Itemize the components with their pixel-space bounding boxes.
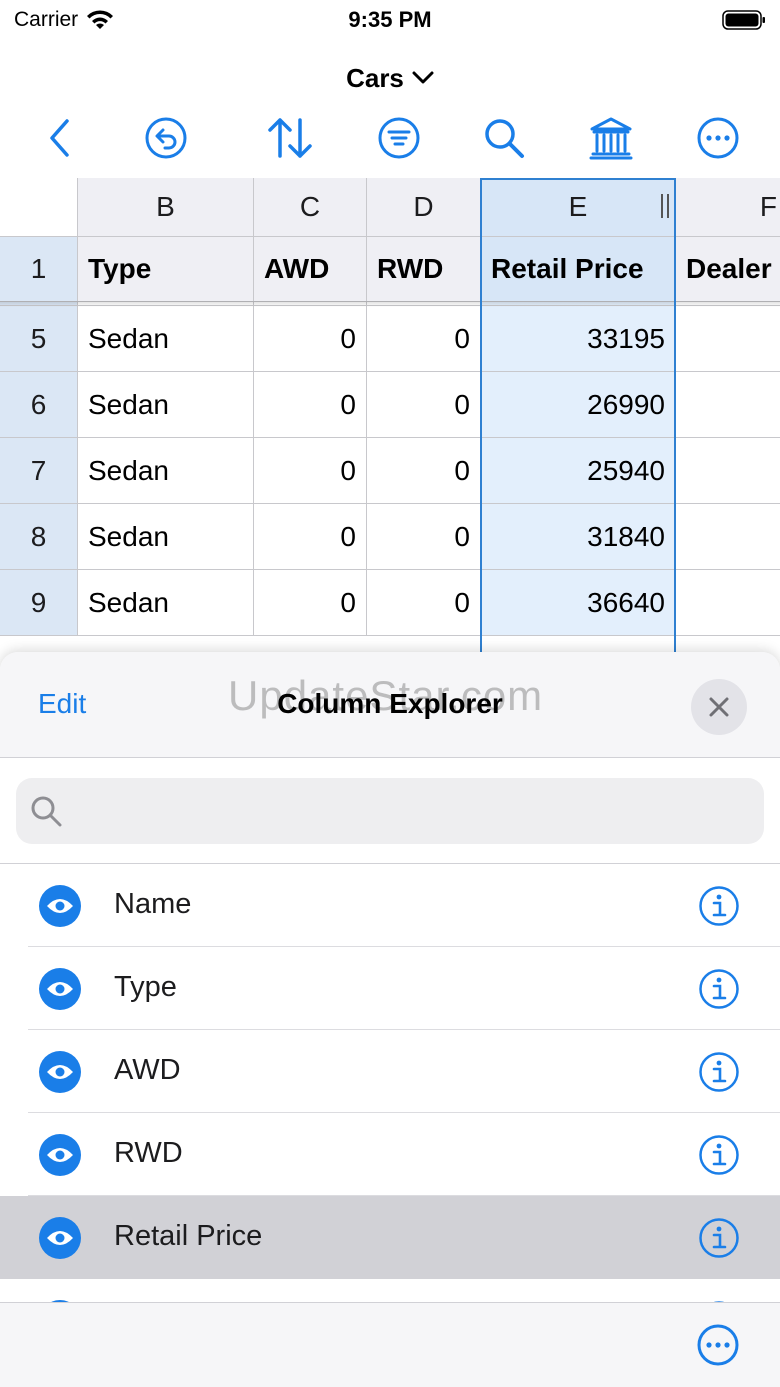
cell-type[interactable]: Sedan: [78, 372, 254, 438]
field-header-dealer[interactable]: Dealer: [676, 237, 780, 302]
cell-dealer[interactable]: [676, 438, 780, 504]
list-item[interactable]: AWD: [0, 1030, 780, 1113]
field-header-awd[interactable]: AWD: [254, 237, 367, 302]
column-letter-D[interactable]: D: [367, 178, 481, 237]
list-item-label: Retail Price: [114, 1220, 263, 1252]
column-letter-F[interactable]: F: [676, 178, 780, 237]
eye-icon[interactable]: [39, 1051, 81, 1093]
bank-icon: [589, 117, 633, 160]
header-row-number[interactable]: 1: [0, 237, 78, 302]
cell-retail-price[interactable]: 31840: [481, 504, 676, 570]
document-title: Cars: [346, 62, 404, 93]
close-button[interactable]: [691, 679, 747, 735]
cell-type[interactable]: Sedan: [78, 570, 254, 636]
eye-icon[interactable]: [39, 968, 81, 1010]
list-item-selected[interactable]: Retail Price: [0, 1196, 780, 1279]
more-icon[interactable]: [696, 1323, 740, 1367]
battery-icon: [722, 10, 765, 30]
row-header[interactable]: 5: [0, 306, 78, 372]
cell-awd[interactable]: 0: [254, 504, 367, 570]
search-area: [0, 758, 780, 864]
column-explorer-panel: Edit UpdateStar.com Column Explorer Name: [0, 652, 780, 1387]
eye-icon[interactable]: [39, 885, 81, 927]
row-header[interactable]: 8: [0, 504, 78, 570]
field-header-type[interactable]: Type: [78, 237, 254, 302]
field-header-rwd[interactable]: RWD: [367, 237, 481, 302]
undo-icon: [145, 117, 187, 159]
cell-awd[interactable]: 0: [254, 438, 367, 504]
row-header[interactable]: 7: [0, 438, 78, 504]
status-time: 9:35 PM: [348, 7, 432, 32]
close-icon: [709, 697, 729, 717]
info-icon[interactable]: [698, 1051, 740, 1093]
sort-button[interactable]: [262, 110, 318, 166]
spreadsheet-grid[interactable]: 4 Sedan 0 0 23820 5 Sedan 0 0 33195 6 Se…: [0, 178, 780, 658]
info-icon[interactable]: [698, 1217, 740, 1259]
sort-icon: [268, 118, 312, 158]
row-header[interactable]: 6: [0, 372, 78, 438]
cell-rwd[interactable]: 0: [367, 306, 481, 372]
undo-button[interactable]: [138, 110, 194, 166]
list-item[interactable]: Name: [0, 864, 780, 947]
chevron-down-icon: [412, 71, 434, 84]
corner-cell[interactable]: [0, 178, 78, 237]
cell-type[interactable]: Sedan: [78, 504, 254, 570]
cell-awd[interactable]: 0: [254, 372, 367, 438]
status-bar: Carrier 9:35 PM: [0, 0, 780, 42]
cell-retail-price[interactable]: 33195: [481, 306, 676, 372]
info-icon[interactable]: [698, 885, 740, 927]
cell-dealer[interactable]: [676, 372, 780, 438]
header-shadow: [0, 301, 780, 307]
cell-dealer[interactable]: [676, 570, 780, 636]
cell-retail-price[interactable]: 26990: [481, 372, 676, 438]
toolbar: [0, 110, 780, 166]
list-item-label: AWD: [114, 1054, 181, 1086]
filter-button[interactable]: [371, 110, 427, 166]
column-letter-B[interactable]: B: [78, 178, 254, 237]
search-icon: [485, 119, 524, 158]
document-title-button[interactable]: Cars: [0, 58, 780, 98]
back-icon: [50, 119, 69, 157]
column-list: Name Type AWD RWD Retail Price: [0, 864, 780, 1342]
list-item-label: Name: [114, 888, 192, 920]
cell-retail-price[interactable]: 25940: [481, 438, 676, 504]
search-icon: [31, 796, 62, 827]
more-icon: [697, 117, 739, 159]
search-field[interactable]: [16, 778, 764, 844]
info-icon[interactable]: [698, 968, 740, 1010]
panel-title: Column Explorer: [277, 688, 503, 719]
list-item-label: RWD: [114, 1137, 183, 1169]
cell-dealer[interactable]: [676, 504, 780, 570]
column-letter-E-label: E: [568, 191, 588, 222]
row-header[interactable]: 9: [0, 570, 78, 636]
cell-type[interactable]: Sedan: [78, 306, 254, 372]
eye-icon[interactable]: [39, 1134, 81, 1176]
back-button[interactable]: [32, 110, 88, 166]
column-letter-C[interactable]: C: [254, 178, 367, 237]
cell-dealer[interactable]: [676, 306, 780, 372]
panel-bottom-bar: [0, 1302, 780, 1387]
field-header-retail-price[interactable]: Retail Price: [481, 237, 676, 302]
info-icon[interactable]: [698, 1134, 740, 1176]
list-item[interactable]: Type: [0, 947, 780, 1030]
more-button[interactable]: [690, 110, 746, 166]
list-item[interactable]: RWD: [0, 1113, 780, 1196]
cell-rwd[interactable]: 0: [367, 372, 481, 438]
list-item-label: Type: [114, 971, 177, 1003]
column-letter-E[interactable]: E: [481, 178, 676, 237]
database-button[interactable]: [583, 110, 639, 166]
eye-icon[interactable]: [39, 1217, 81, 1259]
cell-rwd[interactable]: 0: [367, 504, 481, 570]
cell-rwd[interactable]: 0: [367, 570, 481, 636]
panel-header: Edit UpdateStar.com Column Explorer: [0, 652, 780, 758]
cell-retail-price[interactable]: 36640: [481, 570, 676, 636]
cell-rwd[interactable]: 0: [367, 438, 481, 504]
resize-handle-icon[interactable]: [661, 194, 669, 218]
cell-awd[interactable]: 0: [254, 306, 367, 372]
cell-awd[interactable]: 0: [254, 570, 367, 636]
filter-icon: [378, 117, 420, 159]
search-input[interactable]: [72, 795, 732, 827]
cell-type[interactable]: Sedan: [78, 438, 254, 504]
search-button[interactable]: [476, 110, 532, 166]
